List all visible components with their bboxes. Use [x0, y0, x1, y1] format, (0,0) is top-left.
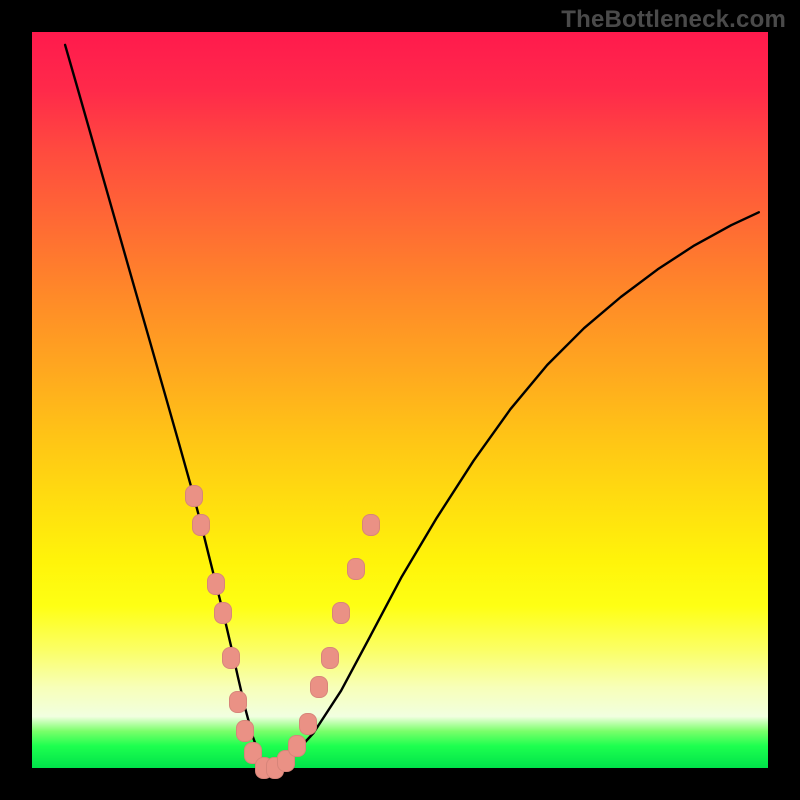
watermark-text: TheBottleneck.com	[561, 6, 786, 34]
curve-marker	[222, 647, 240, 669]
curve-marker	[255, 757, 273, 779]
curve-marker	[244, 742, 262, 764]
curve-marker	[299, 713, 317, 735]
curve-marker	[288, 735, 306, 757]
curve-marker	[236, 720, 254, 742]
curve-marker	[229, 691, 247, 713]
plot-area	[32, 32, 768, 768]
curve-marker	[277, 750, 295, 772]
curve-marker	[207, 573, 225, 595]
curve-marker	[321, 647, 339, 669]
curve-marker	[266, 757, 284, 779]
bottleneck-curve	[32, 32, 768, 768]
curve-marker	[185, 485, 203, 507]
curve-marker	[362, 514, 380, 536]
frame: TheBottleneck.com	[0, 0, 800, 800]
marker-layer	[32, 32, 768, 768]
curve-marker	[214, 602, 232, 624]
curve-marker	[192, 514, 210, 536]
curve-marker	[310, 676, 328, 698]
curve-marker	[332, 602, 350, 624]
curve-marker	[347, 558, 365, 580]
